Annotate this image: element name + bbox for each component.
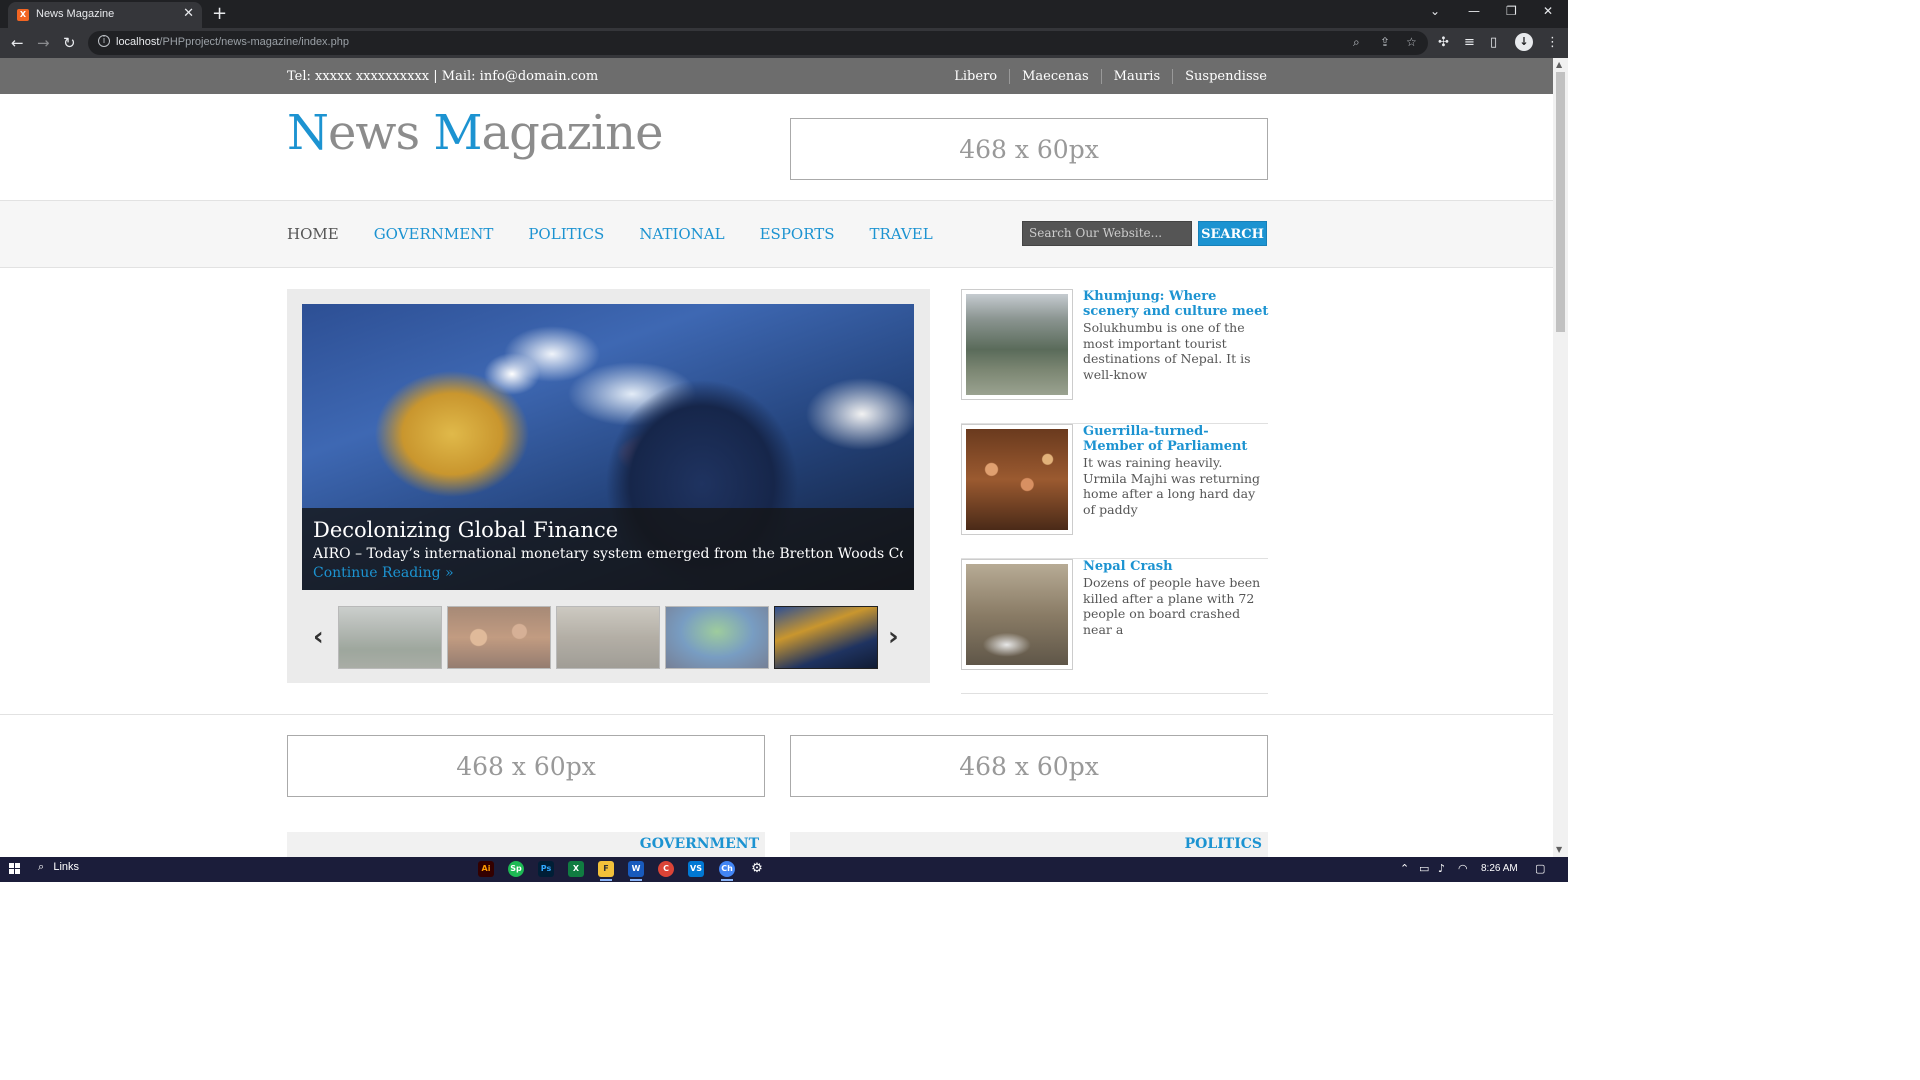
article-thumbnail[interactable] xyxy=(961,424,1073,535)
nav-travel[interactable]: TRAVEL xyxy=(870,225,933,243)
nav-government[interactable]: GOVERNMENT xyxy=(374,225,494,243)
word-app-icon[interactable]: W xyxy=(628,861,644,881)
section-header-government: GOVERNMENT xyxy=(287,832,765,857)
search-input[interactable]: Search Our Website... xyxy=(1022,221,1192,246)
article-title[interactable]: Khumjung: Where scenery and culture meet xyxy=(1083,289,1269,319)
header-ad-banner[interactable]: 468 x 60px xyxy=(790,118,1268,180)
minimize-button[interactable]: — xyxy=(1468,4,1480,18)
scroll-thumb[interactable] xyxy=(1556,72,1565,332)
side-panel-icon[interactable]: ▯ xyxy=(1490,35,1497,50)
tray-chevron-icon[interactable]: ⌃ xyxy=(1400,862,1409,875)
volume-icon[interactable]: ♪ xyxy=(1438,862,1445,875)
slider-thumb-currency-exchange[interactable] xyxy=(774,606,878,669)
ad-banner-left[interactable]: 468 x 60px xyxy=(287,735,765,797)
excel-app-icon[interactable]: X xyxy=(568,861,584,877)
photoshop-app-icon[interactable]: Ps xyxy=(538,861,554,877)
url-text[interactable]: localhost/PHPproject/news-magazine/index… xyxy=(116,36,349,48)
nav-home[interactable]: HOME xyxy=(287,225,339,243)
ad-banner-right[interactable]: 468 x 60px xyxy=(790,735,1268,797)
browser-tab[interactable]: X News Magazine ✕ xyxy=(8,2,202,28)
chrome-active-app-icon[interactable]: Ch xyxy=(719,861,735,881)
slider-thumb-map-event[interactable] xyxy=(665,606,769,669)
nav-esports[interactable]: ESPORTS xyxy=(760,225,835,243)
reading-list-icon[interactable]: ≡ xyxy=(1464,35,1475,50)
sidebar-article: Guerrilla-turned-Member of Parliament It… xyxy=(961,424,1268,559)
slider-thumb-parliament[interactable] xyxy=(447,606,551,669)
section-header-politics: POLITICS xyxy=(790,832,1268,857)
menu-kebab-icon[interactable]: ⋮ xyxy=(1546,35,1559,50)
new-tab-button[interactable]: + xyxy=(212,3,227,24)
article-title[interactable]: Nepal Crash xyxy=(1083,559,1269,574)
share-icon[interactable]: ⇪ xyxy=(1380,35,1390,49)
vscode-app-icon[interactable]: VS xyxy=(688,861,704,877)
taskbar-search[interactable]: ⌕ Links xyxy=(38,861,79,874)
slider-thumb-plane-crash[interactable] xyxy=(556,606,660,669)
top-link-maecenas[interactable]: Maecenas xyxy=(1009,69,1101,84)
tab-search-button[interactable]: ⌄ xyxy=(1430,4,1440,18)
tab-title: News Magazine xyxy=(36,8,115,20)
main-navigation-bar: HOME GOVERNMENT POLITICS NATIONAL ESPORT… xyxy=(0,200,1553,268)
wifi-icon[interactable]: ◠ xyxy=(1458,862,1468,875)
xampp-favicon-icon: X xyxy=(17,9,29,21)
top-info-bar: Tel: xxxxx xxxxxxxxxx | Mail: info@domai… xyxy=(0,58,1553,94)
featured-slider: Decolonizing Global Finance AIRO – Today… xyxy=(287,289,930,683)
settings-gear-icon[interactable]: ⚙ xyxy=(749,861,765,877)
page-viewport: Tel: xxxxx xxxxxxxxxx | Mail: info@domai… xyxy=(0,58,1553,857)
slider-next-arrow-icon[interactable]: › xyxy=(888,622,899,652)
slide-excerpt: AIRO – Today’s international monetary sy… xyxy=(313,546,903,562)
top-links: Libero Maecenas Mauris Suspendisse xyxy=(942,69,1267,84)
section-divider xyxy=(0,714,1553,715)
zoom-icon[interactable]: ⌕ xyxy=(1353,35,1360,50)
continue-reading-link[interactable]: Continue Reading » xyxy=(313,565,454,581)
address-bar[interactable]: i localhost/PHPproject/news-magazine/ind… xyxy=(88,31,1428,55)
file-explorer-app-icon[interactable]: F xyxy=(598,861,614,881)
bookmark-star-icon[interactable]: ☆ xyxy=(1406,35,1417,49)
scroll-down-icon[interactable]: ▼ xyxy=(1556,845,1562,854)
restore-button[interactable]: ❐ xyxy=(1506,4,1517,18)
profile-avatar-icon[interactable]: ↓ xyxy=(1515,33,1533,51)
site-logo[interactable]: News Magazine xyxy=(287,105,663,161)
slide-title[interactable]: Decolonizing Global Finance xyxy=(313,518,903,542)
sidebar-article-list: Khumjung: Where scenery and culture meet… xyxy=(961,289,1268,694)
sidebar-article: Khumjung: Where scenery and culture meet… xyxy=(961,289,1268,424)
page-scrollbar[interactable]: ▲ ▼ xyxy=(1553,58,1568,857)
nav-politics[interactable]: POLITICS xyxy=(528,225,604,243)
browser-toolbar: ← → ↻ i localhost/PHPproject/news-magazi… xyxy=(0,28,1568,58)
main-nav: HOME GOVERNMENT POLITICS NATIONAL ESPORT… xyxy=(287,225,968,243)
slide-caption: Decolonizing Global Finance AIRO – Today… xyxy=(302,508,914,590)
article-excerpt: It was raining heavily. Urmila Majhi was… xyxy=(1083,455,1260,517)
top-link-libero[interactable]: Libero xyxy=(942,69,1009,84)
article-excerpt: Solukhumbu is one of the most important … xyxy=(1083,320,1251,382)
contact-info: Tel: xxxxx xxxxxxxxxx | Mail: info@domai… xyxy=(287,69,599,84)
close-window-button[interactable]: ✕ xyxy=(1543,4,1553,18)
article-excerpt: Dozens of people have been killed after … xyxy=(1083,575,1261,637)
nav-national[interactable]: NATIONAL xyxy=(639,225,724,243)
slider-thumb-mountain-village[interactable] xyxy=(338,606,442,669)
browser-tab-bar: X News Magazine ✕ + ⌄ — ❐ ✕ xyxy=(0,0,1568,28)
article-thumbnail[interactable] xyxy=(961,559,1073,670)
tab-close-button[interactable]: ✕ xyxy=(183,6,194,21)
extensions-puzzle-icon[interactable]: ✣ xyxy=(1438,35,1449,50)
chrome-app-icon[interactable]: C xyxy=(658,861,674,877)
reload-icon[interactable]: ↻ xyxy=(63,34,76,52)
sidebar-article: Nepal Crash Dozens of people have been k… xyxy=(961,559,1268,694)
search-button[interactable]: SEARCH xyxy=(1198,221,1267,246)
notifications-icon[interactable]: ▢ xyxy=(1535,862,1545,875)
top-link-mauris[interactable]: Mauris xyxy=(1100,69,1172,84)
windows-start-icon[interactable] xyxy=(9,863,21,875)
slider-prev-arrow-icon[interactable]: ‹ xyxy=(313,622,324,652)
clock[interactable]: 8:26 AM xyxy=(1481,863,1518,874)
slide-main-image[interactable]: Decolonizing Global Finance AIRO – Today… xyxy=(302,304,914,590)
back-arrow-icon[interactable]: ← xyxy=(11,34,24,52)
windows-taskbar: ⌕ Links Ai Sp Ps X F W C VS Ch ⚙ ⌃ ▭ ♪ ◠… xyxy=(0,857,1568,882)
top-link-suspendisse[interactable]: Suspendisse xyxy=(1172,69,1267,84)
article-thumbnail[interactable] xyxy=(961,289,1073,400)
spotify-app-icon[interactable]: Sp xyxy=(508,861,524,877)
battery-icon[interactable]: ▭ xyxy=(1419,862,1429,875)
forward-arrow-icon[interactable]: → xyxy=(37,34,50,52)
scroll-up-icon[interactable]: ▲ xyxy=(1556,60,1562,69)
illustrator-app-icon[interactable]: Ai xyxy=(478,861,494,877)
article-title[interactable]: Guerrilla-turned-Member of Parliament xyxy=(1083,424,1269,454)
site-info-icon[interactable]: i xyxy=(98,35,110,47)
